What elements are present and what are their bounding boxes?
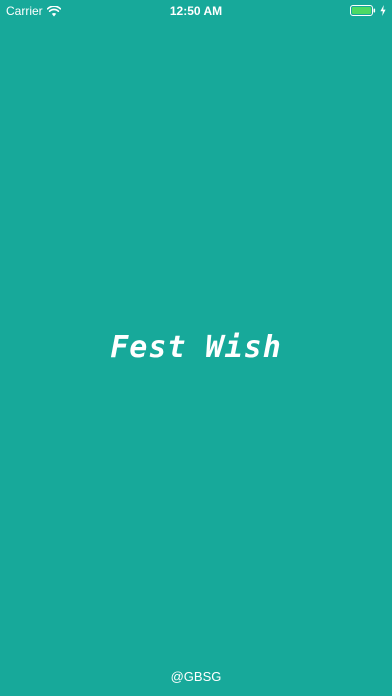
status-bar: Carrier 12:50 AM <box>0 0 392 22</box>
battery-indicator <box>350 5 386 16</box>
charging-bolt-icon <box>380 5 386 16</box>
app-title: Fest Wish <box>110 330 282 365</box>
footer-credit: @GBSG <box>170 669 222 684</box>
status-time: 12:50 AM <box>169 4 223 18</box>
battery-icon <box>350 5 376 16</box>
